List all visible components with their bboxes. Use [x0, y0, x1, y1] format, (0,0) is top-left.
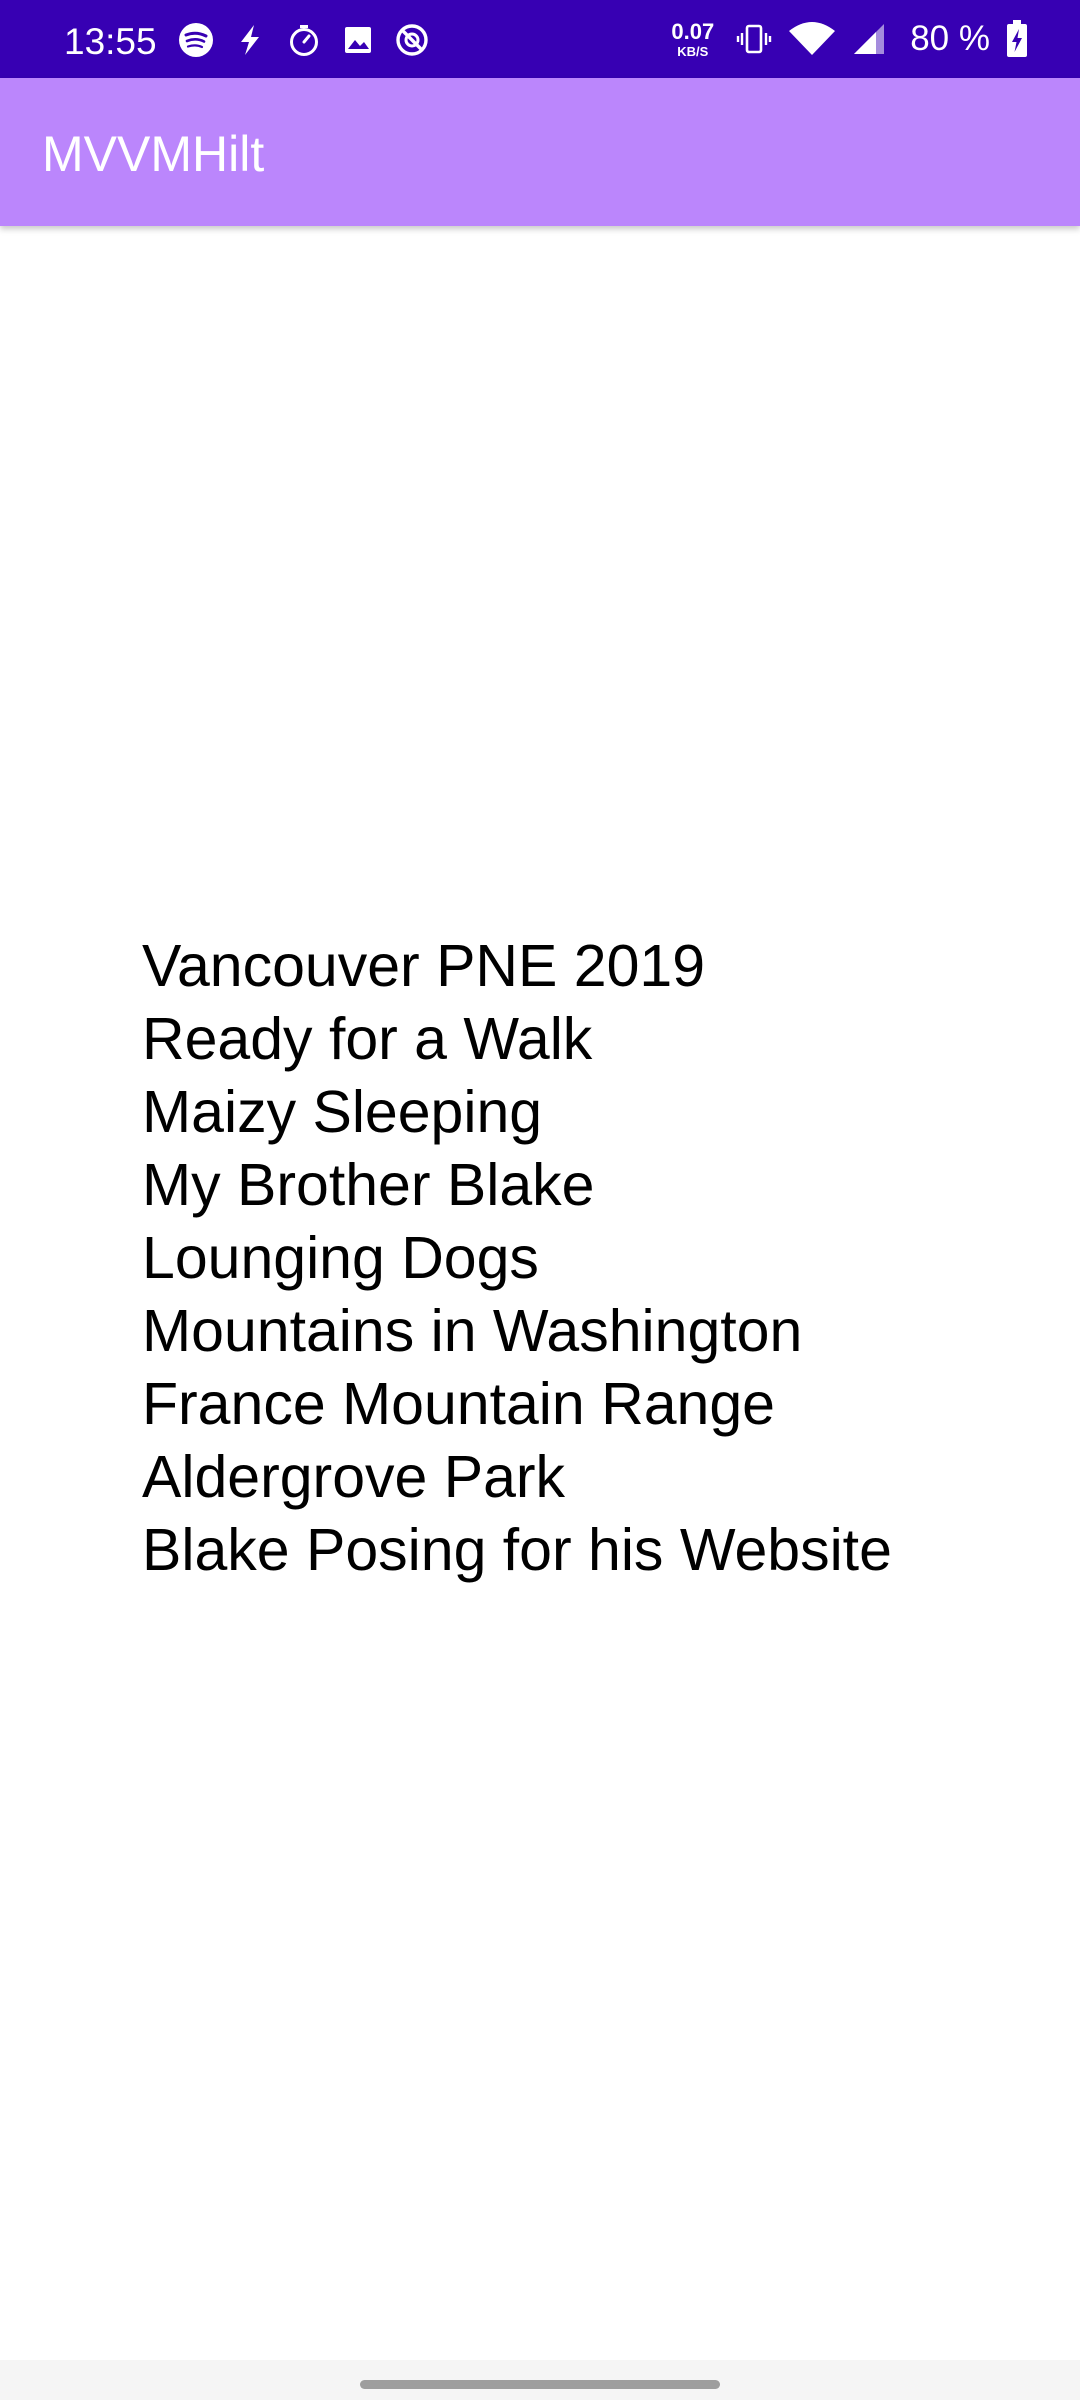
- list-item: Maizy Sleeping: [142, 1079, 543, 1145]
- battery-percent: 80 %: [910, 19, 990, 58]
- gesture-handle[interactable]: [360, 2380, 720, 2389]
- network-speed-unit: KB/S: [677, 43, 709, 59]
- image-icon: [345, 27, 371, 53]
- list-item: My Brother Blake: [142, 1152, 595, 1218]
- network-speed-value: 0.07: [671, 18, 715, 44]
- network-speed: 0.07 KB/S: [671, 18, 715, 59]
- list-item: Ready for a Walk: [142, 1006, 593, 1072]
- navigation-bar: [0, 2360, 1080, 2400]
- list-item: Aldergrove Park: [142, 1444, 566, 1510]
- system-status-icons: 0.07 KB/S 80 %: [671, 0, 1028, 78]
- app-title: MVVMHilt: [42, 126, 265, 182]
- list-item: Blake Posing for his Website: [142, 1517, 892, 1583]
- bolt-icon: [241, 25, 259, 55]
- status-bar: 13:55 0.07 KB/S 80 %: [0, 0, 1080, 78]
- vibrate-icon: [737, 24, 772, 54]
- at-sign-icon: [396, 24, 428, 56]
- timer-icon: [290, 25, 318, 56]
- battery-charging-icon: [1007, 20, 1027, 57]
- wifi-icon: [789, 22, 836, 55]
- list-item: Lounging Dogs: [142, 1225, 539, 1291]
- app-bar: MVVMHilt: [0, 78, 1080, 226]
- list-item: Mountains in Washington: [142, 1298, 803, 1364]
- status-time: 13:55: [64, 21, 157, 62]
- photo-title-list: Vancouver PNE 2019 Ready for a Walk Maiz…: [142, 930, 892, 1587]
- list-item: Vancouver PNE 2019: [142, 933, 706, 999]
- spotify-icon: [179, 23, 213, 57]
- notification-icons: [178, 22, 430, 58]
- signal-icon: [854, 24, 885, 54]
- list-item: France Mountain Range: [142, 1371, 775, 1437]
